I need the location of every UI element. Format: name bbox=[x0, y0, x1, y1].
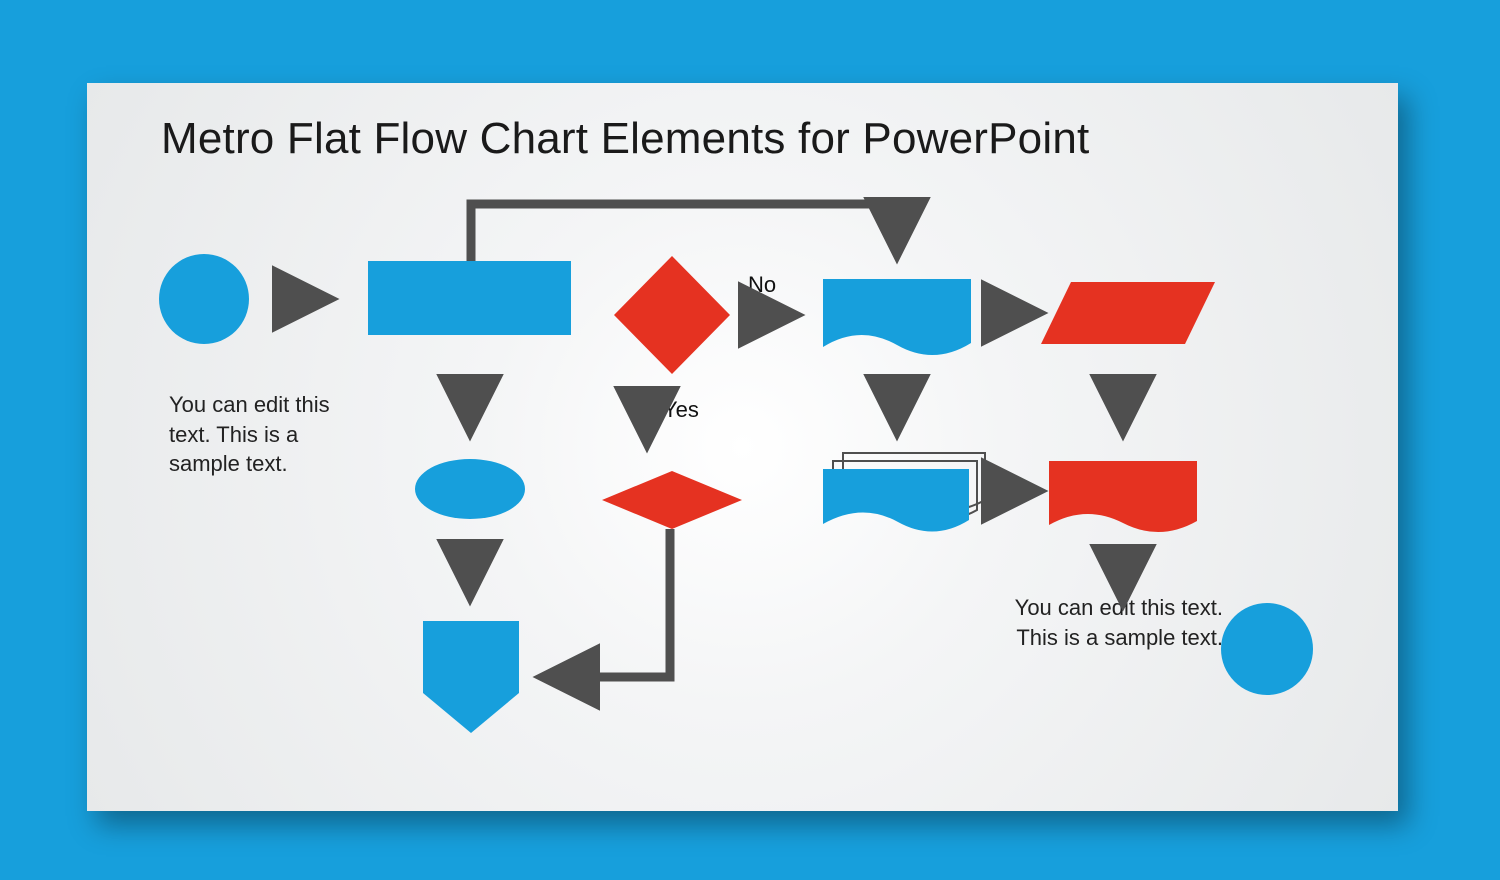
ellipse-small-shape bbox=[415, 459, 525, 519]
decision-flat-shape bbox=[602, 471, 742, 529]
offpage-pentagon-shape bbox=[423, 621, 519, 733]
start-circle-shape bbox=[159, 254, 249, 344]
process-rect-shape bbox=[368, 261, 571, 335]
arrow-feedback-loop bbox=[471, 204, 897, 261]
data-parallelogram-shape bbox=[1041, 282, 1215, 344]
arrow-flatdiamond-to-pentagon bbox=[546, 529, 670, 677]
decision-diamond-shape bbox=[614, 256, 730, 374]
end-circle-shape bbox=[1221, 603, 1313, 695]
multi-document-shape bbox=[823, 453, 985, 532]
flowchart-svg bbox=[87, 83, 1398, 811]
display-shape-shape bbox=[1049, 461, 1197, 532]
document-wave-shape bbox=[823, 279, 971, 355]
slide-canvas: Metro Flat Flow Chart Elements for Power… bbox=[87, 83, 1398, 811]
